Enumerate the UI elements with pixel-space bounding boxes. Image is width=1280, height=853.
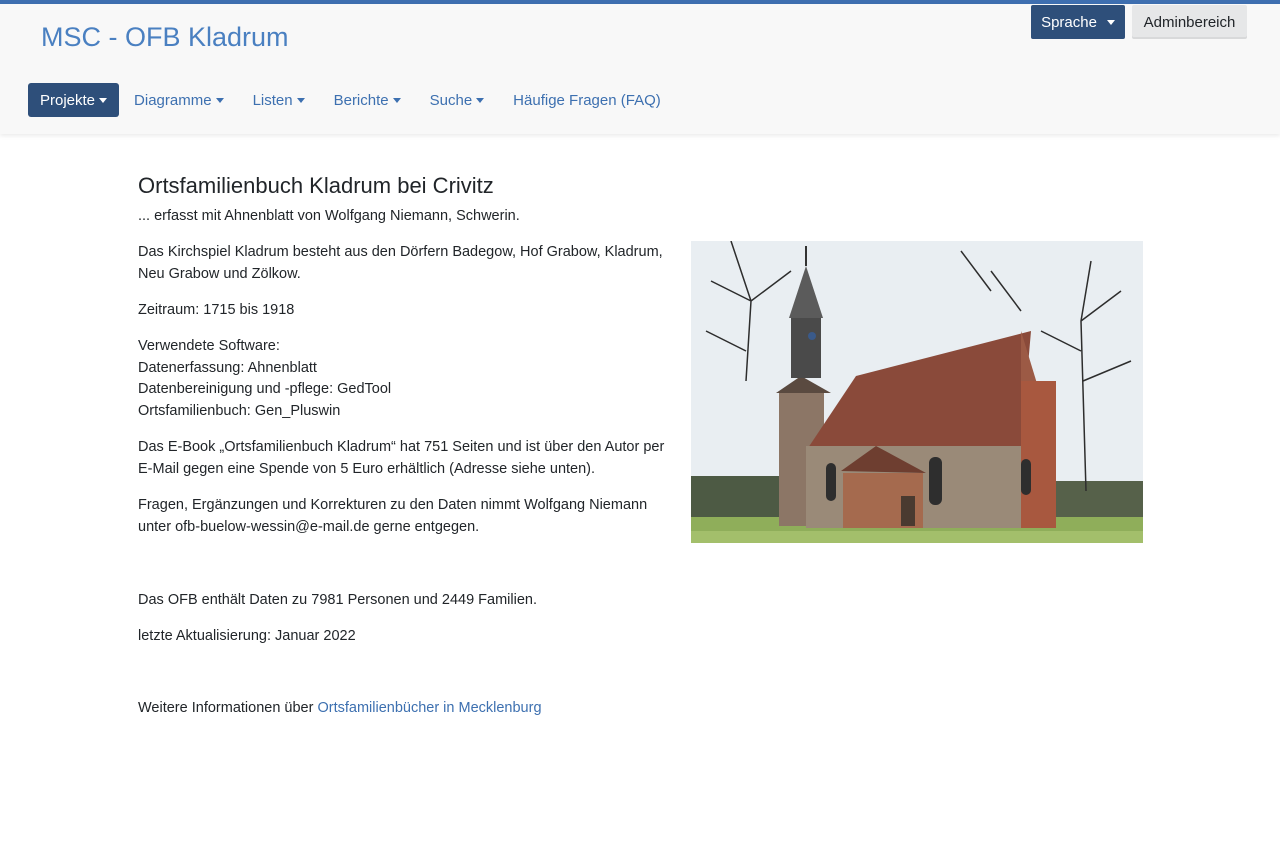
- villages-line-2: Neu Grabow und Zölkow.: [138, 265, 301, 282]
- software-line-1: Datenerfassung: Ahnenblatt: [138, 359, 317, 376]
- last-update-text: letzte Aktualisierung: Januar 2022: [138, 628, 356, 644]
- caret-down-icon: [392, 97, 401, 103]
- caret-down-icon: [296, 97, 305, 103]
- nav-item-label: Projekte: [40, 91, 96, 109]
- nav-item-diagramme[interactable]: Diagramme: [120, 83, 238, 117]
- church-photo: [691, 241, 1143, 543]
- ebook-paragraph: Das E-Book „Ortsfamilienbuch Kladrum“ ha…: [138, 437, 683, 480]
- nav-item-listen[interactable]: Listen: [239, 83, 319, 117]
- nav-item-label: Häufige Fragen (FAQ): [513, 91, 661, 109]
- villages-line-1: Das Kirchspiel Kladrum besteht aus den D…: [138, 244, 663, 260]
- nav-item-suche[interactable]: Suche: [416, 83, 499, 117]
- software-title: Verwendete Software:: [138, 338, 280, 354]
- language-button-label: Sprache: [1041, 13, 1097, 31]
- site-title[interactable]: MSC - OFB Kladrum: [41, 22, 289, 53]
- ebook-line-2: E-Mail gegen eine Spende von 5 Euro erhä…: [138, 460, 596, 477]
- contact-paragraph: Fragen, Ergänzungen und Korrekturen zu d…: [138, 495, 683, 538]
- nav-item-label: Diagramme: [134, 91, 212, 109]
- caret-down-icon: [99, 97, 108, 103]
- caret-down-icon: [215, 97, 224, 103]
- software-line-2: Datenbereinigung und -pflege: GedTool: [138, 381, 392, 397]
- more-info-link[interactable]: Ortsfamilienbücher in Mecklenburg: [317, 700, 541, 716]
- nav-item-label: Listen: [252, 91, 293, 109]
- villages-paragraph: Das Kirchspiel Kladrum besteht aus den D…: [138, 242, 683, 285]
- software-line-3: Ortsfamilienbuch: Gen_Pluswin: [138, 402, 341, 419]
- software-paragraph: Verwendete Software: Datenerfassung: Ahn…: [138, 336, 683, 422]
- caret-down-icon: [1106, 19, 1115, 25]
- stats-text: Das OFB enthält Daten zu 7981 Personen u…: [138, 592, 537, 608]
- admin-button[interactable]: Adminbereich: [1132, 5, 1247, 39]
- subtitle: ... erfasst mit Ahnenblatt von Wolfgang …: [138, 208, 520, 224]
- language-button[interactable]: Sprache: [1031, 5, 1125, 39]
- nav-item-berichte[interactable]: Berichte: [320, 83, 415, 117]
- caret-down-icon: [476, 97, 485, 103]
- contact-line-1: Fragen, Ergänzungen und Korrekturen zu d…: [138, 497, 648, 513]
- main-nav: Projekte Diagramme Listen Berichte Suche…: [28, 83, 676, 117]
- nav-item-label: Suche: [429, 91, 473, 109]
- nav-item-projekte[interactable]: Projekte: [28, 83, 120, 117]
- period-text: Zeitraum: 1715 bis 1918: [138, 302, 295, 318]
- page-title: Ortsfamilienbuch Kladrum bei Crivitz: [138, 173, 494, 198]
- contact-line-2: unter ofb-buelow-wessin@e-mail.de gerne …: [138, 518, 480, 535]
- ebook-line-1: Das E-Book „Ortsfamilienbuch Kladrum“ ha…: [138, 439, 665, 455]
- more-info-text: Weitere Informationen über Ortsfamilienb…: [138, 698, 542, 720]
- nav-item-label: Berichte: [333, 91, 389, 109]
- page-header: MSC - OFB Kladrum Sprache Adminbereich P…: [0, 4, 1280, 134]
- nav-item-faq[interactable]: Häufige Fragen (FAQ): [499, 83, 675, 117]
- more-info-prefix: Weitere Informationen über: [138, 700, 318, 716]
